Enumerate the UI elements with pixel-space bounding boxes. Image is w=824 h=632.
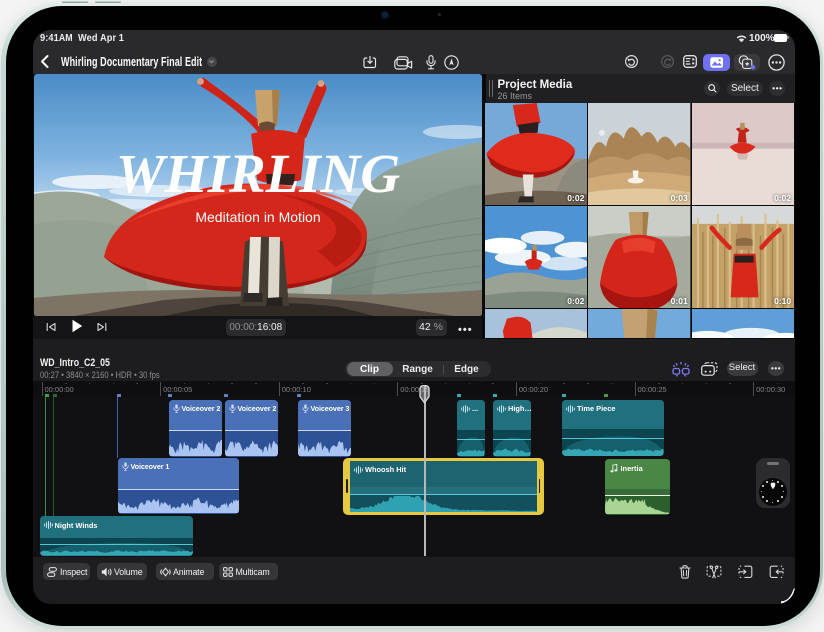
svg-text:Meditation in Motion: Meditation in Motion [195,209,320,225]
svg-text:WHIRLING: WHIRLING [115,143,399,204]
